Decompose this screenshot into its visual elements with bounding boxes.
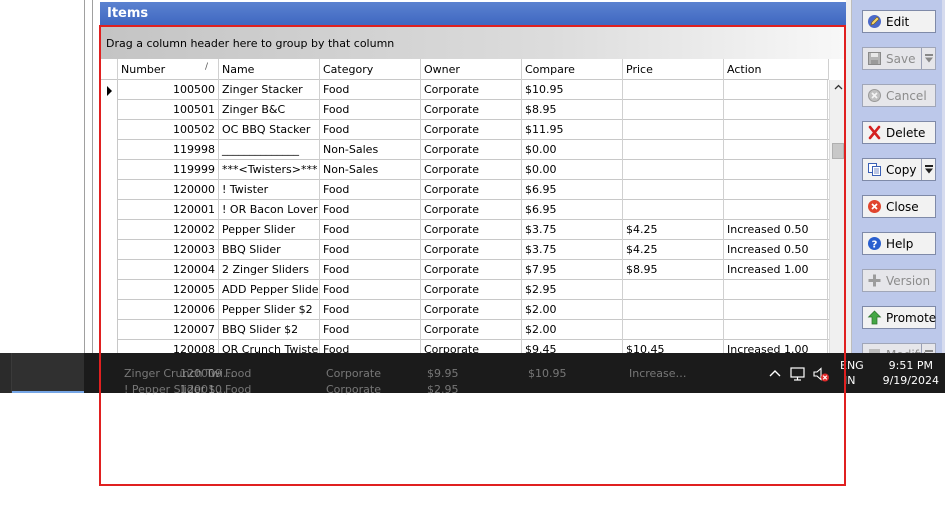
dropdown-arrow-icon[interactable] [921, 344, 935, 353]
cancel-icon [867, 88, 882, 103]
clock-date: 9/19/2024 [882, 374, 939, 387]
button-label: Promote [886, 311, 937, 325]
action-buttons: Edit Save Cancel Delete Copy Close? Help Versio… [0, 0, 945, 353]
language-code: ENG [840, 359, 864, 372]
taskbar-start-area[interactable] [0, 353, 12, 393]
copy-icon [867, 162, 882, 177]
cancel-button[interactable]: Cancel [862, 84, 936, 107]
clock-time: 9:51 PM [888, 359, 933, 372]
button-label: Close [886, 200, 919, 214]
taskbar: 120009 Zinger Crunch Twi… Food Corporate $9.… [0, 353, 945, 396]
background-row-ghost-text: Increase… [629, 367, 687, 380]
taskbar-clock[interactable]: 9:51 PM 9/19/2024 [870, 358, 940, 388]
close-icon [867, 199, 882, 214]
svg-text:?: ? [872, 240, 878, 251]
background-row-ghost-text: Corporate [326, 383, 381, 396]
delete-button[interactable]: Delete [862, 121, 936, 144]
input-language-indicator[interactable]: ENG IN [840, 358, 864, 388]
button-label: Delete [886, 126, 926, 140]
version-button[interactable]: Version [862, 269, 936, 292]
background-row-ghost-text: ! Pepper Slider $… [124, 383, 227, 396]
taskbar-active-indicator [12, 391, 84, 393]
background-row-ghost-text: Corporate [326, 367, 381, 380]
button-label: Save [886, 52, 916, 66]
dropdown-arrow-icon[interactable] [921, 48, 935, 69]
button-label: Help [886, 237, 914, 251]
save-button[interactable]: Save [862, 47, 936, 70]
show-hidden-icons-chevron-icon[interactable] [766, 365, 784, 383]
network-icon[interactable] [789, 365, 807, 383]
background-row-ghost-text: Food [225, 383, 252, 396]
delete-icon [867, 125, 882, 140]
background-row-ghost-text: Zinger Crunch Twi… [124, 367, 234, 380]
edit-icon [867, 14, 882, 29]
modify-button[interactable]: Modify [862, 343, 936, 353]
close-button[interactable]: Close [862, 195, 936, 218]
button-label: Cancel [886, 89, 927, 103]
copy-button[interactable]: Copy [862, 158, 936, 181]
background-row-ghost-text: $9.95 [427, 367, 459, 380]
help-icon: ? [867, 236, 882, 251]
promote-button[interactable]: Promote [862, 306, 936, 329]
edit-button[interactable]: Edit [862, 10, 936, 33]
background-row-ghost-text: $2.95 [427, 383, 459, 396]
region-code: IN [844, 374, 856, 387]
button-label: Edit [886, 15, 910, 29]
help-button[interactable]: ? Help [862, 232, 936, 255]
screen: Items Drag a column header here to group… [0, 0, 945, 510]
volume-muted-icon[interactable] [812, 365, 830, 383]
version-icon [867, 273, 882, 288]
background-row-ghost-text: Food [225, 367, 252, 380]
button-label: Version [886, 274, 931, 288]
save-icon [867, 51, 882, 66]
dropdown-arrow-icon[interactable] [921, 159, 935, 180]
taskbar-app-button[interactable] [12, 353, 84, 393]
button-label: Copy [886, 163, 917, 177]
promote-icon [867, 310, 882, 325]
background-row-ghost-text: $10.95 [528, 367, 567, 380]
